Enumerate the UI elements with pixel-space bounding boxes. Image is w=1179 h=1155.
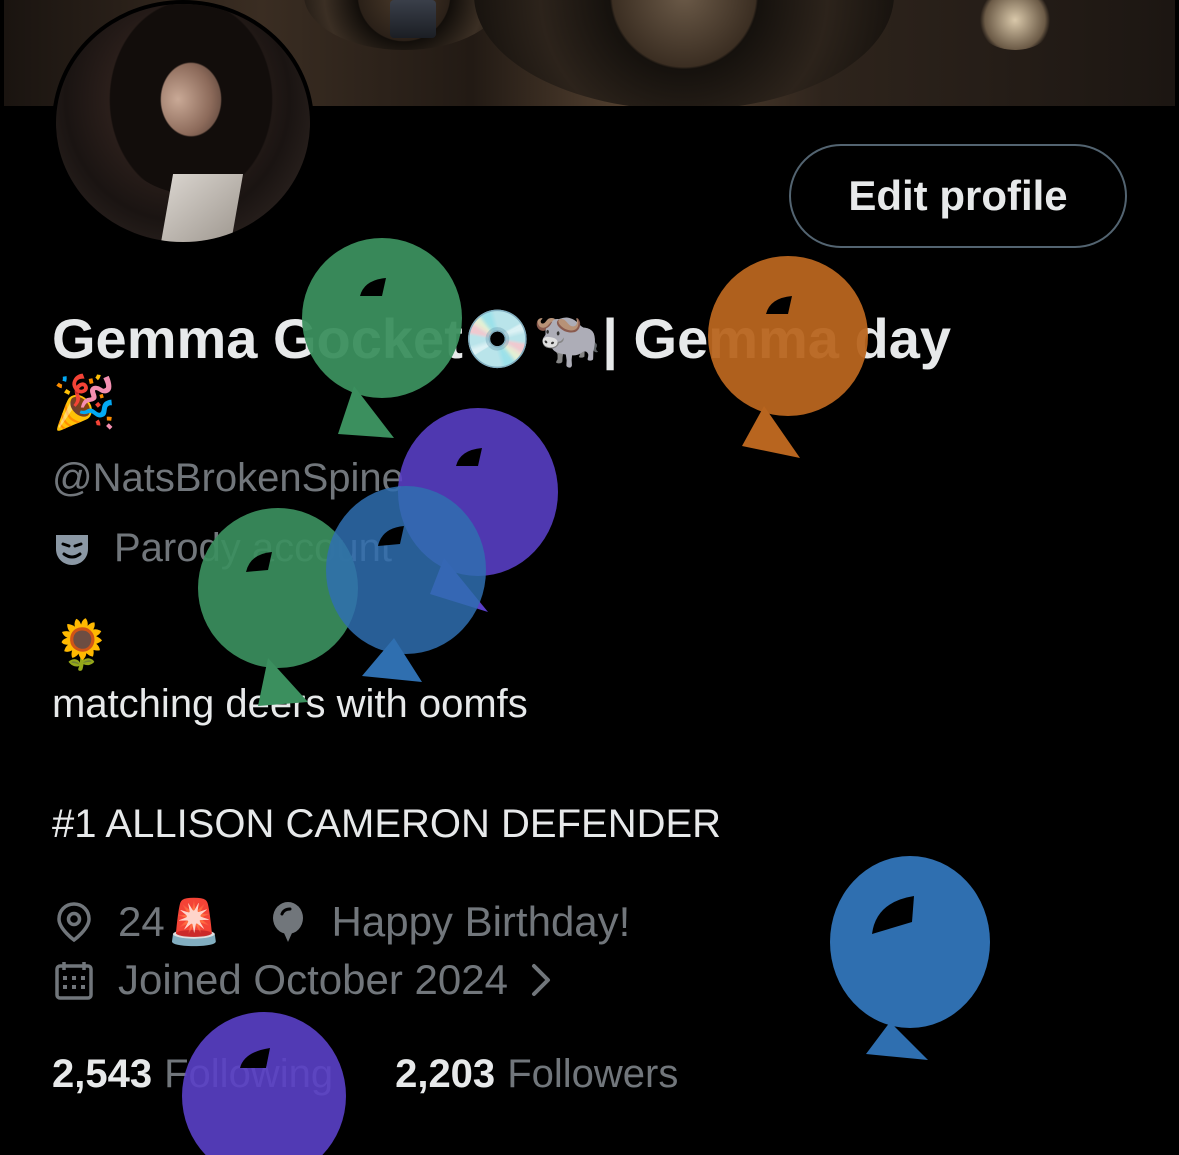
parody-mask-icon bbox=[56, 534, 88, 565]
display-name-emoji: 🎉 bbox=[52, 374, 117, 432]
followers-link[interactable]: 2,203 Followers bbox=[395, 1052, 678, 1097]
following-count: 2,543 bbox=[52, 1052, 153, 1096]
edit-profile-button[interactable]: Edit profile bbox=[789, 144, 1127, 248]
chevron-right-icon bbox=[531, 964, 550, 996]
birthday-text: Happy Birthday! bbox=[331, 898, 631, 945]
bio-emoji: 🌻 bbox=[52, 619, 112, 672]
banner-light bbox=[975, 0, 1055, 50]
balloon-purple-2 bbox=[182, 1012, 346, 1155]
followers-label: Followers bbox=[507, 1052, 679, 1096]
avatar-hair bbox=[96, 4, 286, 194]
balloon-blue-1 bbox=[326, 486, 486, 682]
bio-line-2: #1 ALLISON CAMERON DEFENDER bbox=[52, 802, 722, 846]
followers-count: 2,203 bbox=[395, 1052, 496, 1096]
banner-record-right bbox=[474, 0, 894, 106]
joined-row[interactable]: Joined October 2024 bbox=[52, 956, 556, 1004]
location-pin-icon bbox=[57, 902, 91, 943]
follow-stats: 2,543Following 2,203Followers bbox=[52, 1052, 740, 1097]
calendar-icon bbox=[55, 962, 93, 1000]
balloon-blue-2 bbox=[830, 856, 990, 1060]
joined-text: Joined October 2024 bbox=[118, 956, 508, 1003]
location-text: 24 bbox=[118, 898, 165, 945]
banner-record-label bbox=[390, 0, 436, 38]
birthday: Happy Birthday! bbox=[266, 898, 631, 946]
profile-meta-row: 24 🚨 Happy Birthday! bbox=[52, 896, 630, 948]
balloon-icon bbox=[272, 902, 303, 942]
avatar[interactable] bbox=[52, 0, 314, 246]
balloon-orange bbox=[708, 256, 868, 458]
location-emoji: 🚨 bbox=[166, 898, 222, 947]
avatar-collar bbox=[158, 174, 244, 242]
